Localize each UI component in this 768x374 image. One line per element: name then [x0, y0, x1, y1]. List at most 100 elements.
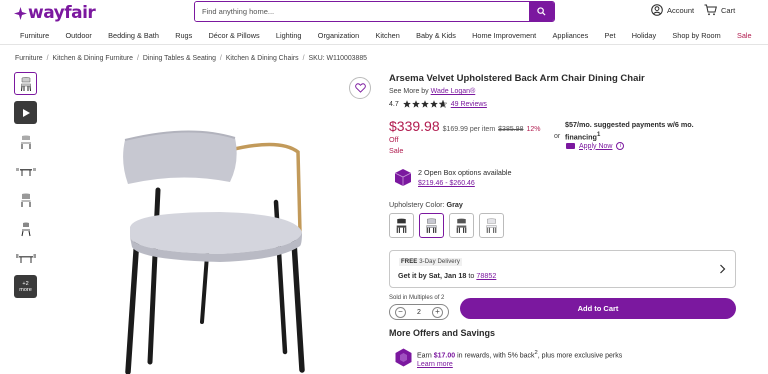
delivery-type: 3-Day Delivery — [419, 259, 460, 265]
more-label: more — [19, 286, 32, 293]
price-row: $339.98 $169.99 per item $385.98 12% — [389, 118, 540, 134]
see-more-prefix: See More by — [389, 88, 429, 95]
open-box-offer: 2 Open Box options available $219.46 - $… — [393, 167, 512, 187]
nav-item[interactable]: Organization — [318, 31, 359, 40]
swatch-gray[interactable] — [419, 213, 444, 238]
cart-button[interactable]: Cart — [704, 4, 735, 16]
reward-amount: $17.00 — [433, 352, 456, 360]
breadcrumb-separator: / — [219, 55, 222, 62]
reward-rest: in rewards, with 5% back — [457, 352, 535, 360]
breadcrumb-separator: / — [136, 55, 139, 62]
nav-item[interactable]: Lighting — [276, 31, 302, 40]
thumbnail-list: +2 more — [14, 72, 38, 304]
quantity-value[interactable]: 2 — [417, 309, 421, 316]
chair-swatch-light — [486, 218, 497, 233]
swatch-dark[interactable] — [449, 213, 474, 238]
swatch-light[interactable] — [479, 213, 504, 238]
upholstery-color-label: Upholstery Color: Gray — [389, 200, 463, 209]
nav-item[interactable]: Appliances — [553, 31, 589, 40]
thumbnail-more[interactable]: +2 more — [14, 275, 37, 298]
nav-item[interactable]: Bedding & Bath — [108, 31, 159, 40]
thumbnail-3[interactable] — [14, 130, 37, 153]
nav-item[interactable]: Outdoor — [66, 31, 92, 40]
search-input[interactable] — [195, 2, 529, 21]
quantity-stepper: − 2 + — [389, 304, 449, 320]
search-button[interactable] — [529, 2, 554, 21]
favorite-button[interactable] — [349, 77, 371, 99]
decrease-quantity-button[interactable]: − — [395, 306, 406, 318]
thumbnail-5[interactable] — [14, 188, 37, 211]
info-icon[interactable]: i — [616, 142, 625, 150]
reviews-link[interactable]: 49 Reviews — [451, 101, 487, 108]
nav-item[interactable]: Décor & Pillows — [209, 31, 260, 40]
brand-link[interactable]: Wade Logan® — [431, 88, 476, 95]
dining-set-thumbnail — [15, 167, 36, 176]
rewards-offer: Earn $17.00 in rewards, with 5% back2, p… — [395, 348, 622, 368]
open-box-price-range[interactable]: $219.46 - $260.46 — [418, 180, 512, 187]
apply-now-link[interactable]: Apply Now — [579, 143, 612, 150]
credit-card-icon — [566, 143, 575, 149]
add-to-cart-button[interactable]: Add to Cart — [460, 298, 736, 319]
product-main-image[interactable] — [80, 72, 380, 374]
zip-code-link[interactable]: 78852 — [476, 271, 496, 280]
nav-item[interactable]: Pet — [605, 31, 616, 40]
delivery-card[interactable]: FREE 3-Day Delivery Get it by Sat, Jan 1… — [389, 250, 736, 288]
heart-icon — [354, 83, 366, 93]
color-swatches — [389, 213, 504, 238]
play-icon — [22, 108, 30, 117]
upholstery-label: Upholstery Color: — [389, 200, 445, 209]
chair-swatch-black — [396, 218, 407, 233]
star-half-icon — [438, 100, 447, 108]
nav-item[interactable]: Shop by Room — [672, 31, 720, 40]
delivery-badge: FREE 3-Day Delivery — [399, 258, 462, 266]
nav-item[interactable]: Kitchen — [375, 31, 399, 40]
breadcrumb: Furniture / Kitchen & Dining Furniture / Din… — [15, 55, 367, 62]
star-rating — [402, 100, 447, 108]
sku-text: SKU: W110003885 — [308, 55, 368, 62]
thumbnail-1[interactable] — [14, 72, 37, 95]
account-button[interactable]: Account — [651, 4, 694, 16]
chair-side-thumbnail — [20, 135, 31, 149]
getit-prefix: Get it by — [398, 271, 427, 280]
breadcrumb-link[interactable]: Dining Tables & Seating — [143, 55, 216, 62]
nav-item[interactable]: Baby & Kids — [416, 31, 456, 40]
apply-now-row: Apply Now i — [566, 142, 625, 150]
thumbnail-7[interactable] — [14, 246, 37, 269]
nav-item-sale[interactable]: Sale — [737, 31, 752, 40]
nav-item[interactable]: Furniture — [20, 31, 49, 40]
star-icon — [411, 100, 420, 108]
offers-heading: More Offers and Savings — [389, 328, 496, 338]
off-label: Off — [389, 135, 399, 144]
star-icon — [402, 100, 411, 108]
breadcrumb-link[interactable]: Kitchen & Dining Furniture — [53, 55, 133, 62]
breadcrumb-link[interactable]: Kitchen & Dining Chairs — [226, 55, 299, 62]
per-item-price: $169.99 per item — [442, 126, 496, 133]
thumbnail-6[interactable] — [14, 217, 37, 240]
breadcrumb-link[interactable]: Furniture — [15, 55, 43, 62]
learn-more-link[interactable]: Learn more — [417, 361, 622, 368]
room-scene-thumbnail — [15, 253, 36, 263]
rewards-text: Earn $17.00 in rewards, with 5% back2, p… — [417, 350, 622, 359]
thumbnail-video[interactable] — [14, 101, 37, 124]
sale-price: $339.98 — [389, 118, 440, 134]
star-icon — [420, 100, 429, 108]
financing-body: $57/mo. suggested payments w/6 mo. finan… — [565, 120, 694, 142]
original-price: $385.98 — [498, 126, 524, 133]
swatch-black[interactable] — [389, 213, 414, 238]
chevron-right-icon — [720, 264, 726, 274]
search-icon — [537, 7, 546, 16]
increase-quantity-button[interactable]: + — [432, 306, 443, 318]
delivery-free: FREE — [401, 259, 418, 265]
search-bar — [194, 1, 555, 22]
rating-row: 4.7 49 Reviews — [389, 100, 487, 108]
site-header: wayfair Account Cart — [0, 0, 768, 27]
nav-item[interactable]: Home Improvement — [472, 31, 536, 40]
see-more-by: See More by Wade Logan® — [389, 88, 475, 95]
nav-item[interactable]: Holiday — [632, 31, 656, 40]
thumbnail-4[interactable] — [14, 159, 37, 182]
nav-item[interactable]: Rugs — [175, 31, 192, 40]
sold-in-multiples: Sold in Multiples of 2 — [389, 295, 445, 301]
wayfair-logo[interactable]: wayfair — [14, 3, 96, 23]
reward-prefix: Earn — [417, 352, 432, 360]
wayfair-logo-icon — [14, 6, 27, 20]
